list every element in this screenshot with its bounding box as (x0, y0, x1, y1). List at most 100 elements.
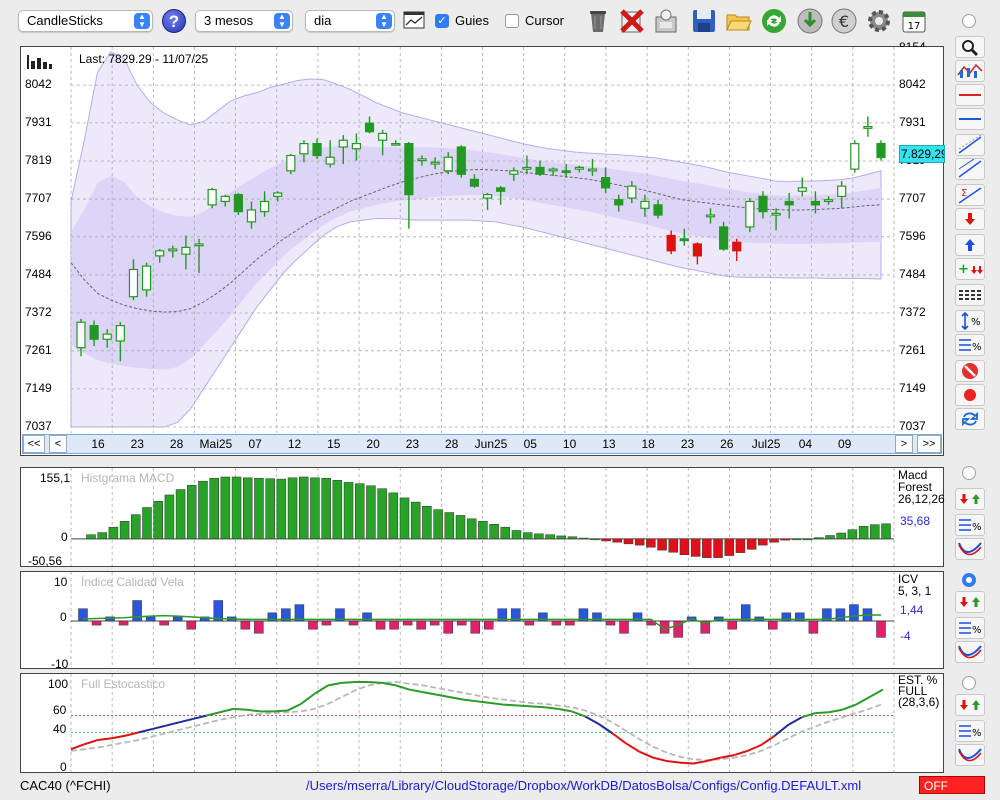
stoch-k-segment (842, 703, 857, 711)
trendline-button[interactable] (955, 134, 985, 156)
open-folder-icon[interactable] (724, 7, 752, 35)
off-indicator[interactable]: OFF (919, 776, 985, 794)
icv-lines-percent-button[interactable]: % (955, 617, 985, 639)
macd-bar (433, 509, 443, 540)
cursor-checkbox[interactable] (505, 14, 519, 28)
chart-type-select[interactable]: CandleSticks ▲ ▼ (18, 10, 153, 32)
stoch-k-segment (679, 761, 694, 765)
stoch-k-segment (598, 723, 613, 735)
grid-lines-button[interactable] (955, 284, 985, 306)
stoch-k-segment (639, 750, 654, 759)
macd-bar (601, 538, 611, 542)
icv-bar (727, 620, 737, 630)
time-navbar[interactable]: << < 16 23 28 Mai25 07 12 15 20 23 28 Jun25 05 10 13 1… (22, 434, 942, 454)
candle-body (220, 195, 230, 203)
candle-body (496, 187, 506, 192)
candle-body (89, 325, 99, 340)
icv-bar (132, 600, 142, 622)
select-arrows-icon: ▲ ▼ (134, 13, 150, 29)
import-icon[interactable] (652, 7, 680, 35)
calendar-icon[interactable]: 17 (900, 7, 928, 35)
channel-button[interactable] (955, 158, 985, 180)
macd-yzero: 0 (61, 530, 68, 544)
interval-select[interactable]: dia ▲ ▼ (305, 10, 395, 32)
sum-line-button[interactable]: Σ (955, 184, 985, 206)
macd-panel-radio[interactable] (962, 466, 976, 480)
icv-ymax: 10 (54, 575, 68, 589)
macd-ymin: -50,56 (28, 554, 63, 568)
candle-body (115, 325, 125, 342)
x-tick-label: Mai25 (199, 437, 233, 451)
settings-icon[interactable] (865, 7, 893, 35)
icv-bar (118, 620, 129, 626)
red-line-button[interactable] (955, 84, 985, 106)
macd-bar (545, 534, 555, 540)
stoch-k-segment (436, 693, 451, 699)
candle-body (745, 200, 755, 228)
record-button[interactable] (955, 384, 985, 406)
stoch-k-segment (395, 684, 410, 691)
x-tick-label: 28 (445, 437, 459, 451)
macd-bar (690, 538, 701, 557)
x-tick-label: 20 (366, 437, 380, 451)
main-panel-radio[interactable] (962, 14, 976, 28)
delete-icon[interactable] (584, 7, 612, 35)
stoch-k-segment (531, 705, 545, 709)
signals-button[interactable]: + (955, 258, 985, 280)
icv-panel-radio[interactable] (962, 573, 976, 587)
blue-line-button[interactable] (955, 108, 985, 130)
macd-curve-button[interactable] (955, 538, 985, 560)
stoch-k-segment (828, 708, 843, 714)
stoch-k-segment (97, 737, 112, 741)
stoch-lines-percent-button[interactable]: % (955, 720, 985, 742)
stoch-k-segment (341, 681, 356, 684)
stoch-k-segment (382, 681, 396, 687)
nav-prev-button[interactable]: < (49, 435, 67, 453)
config-path-label[interactable]: /Users/mserra/Library/CloudStorage/Dropb… (306, 778, 861, 793)
sync-button[interactable] (955, 408, 985, 430)
stoch-title: Full Estocastico (81, 677, 166, 691)
indicator-overlay-button[interactable] (955, 60, 985, 82)
macd-bar (825, 535, 835, 540)
clear-icon[interactable] (618, 7, 646, 35)
guies-checkbox[interactable]: ✓ (435, 14, 449, 28)
stoch-legend: EST. % FULL (28,3,6) (898, 674, 939, 708)
stoch-panel-radio[interactable] (962, 676, 976, 690)
nav-next-button[interactable]: > (895, 435, 913, 453)
macd-lines-percent-button[interactable]: % (955, 514, 985, 536)
stoch-curve-button[interactable] (955, 744, 985, 766)
nav-first-button[interactable]: << (23, 435, 45, 453)
icv-bar (186, 620, 196, 630)
sell-arrow-button[interactable] (955, 208, 985, 230)
macd-bar (209, 477, 219, 540)
help-button[interactable]: ? (162, 9, 186, 33)
nav-last-button[interactable]: >> (917, 435, 941, 453)
buy-arrow-button[interactable] (955, 234, 985, 256)
stop-button[interactable] (955, 360, 985, 382)
currency-icon[interactable]: € (830, 7, 858, 35)
candle-body (482, 194, 493, 199)
y-tick-label: 7149 (25, 380, 52, 395)
lines-percent-button[interactable]: % (955, 334, 985, 356)
stoch-signals-button[interactable] (955, 694, 985, 716)
zoom-button[interactable] (955, 36, 985, 58)
scale-percent-button[interactable]: % (955, 310, 985, 332)
stoch-k-segment (111, 734, 126, 740)
macd-bar (142, 507, 152, 540)
candle-body (653, 204, 663, 216)
save-icon[interactable] (690, 7, 718, 35)
candle-body (260, 200, 270, 213)
download-icon[interactable] (796, 7, 824, 35)
stoch-k-segment (666, 759, 681, 764)
chart-window-icon[interactable] (403, 9, 425, 31)
icv-curve-button[interactable] (955, 641, 985, 663)
period-select[interactable]: 3 mesos ▲ ▼ (195, 10, 293, 32)
channel-icon (958, 158, 982, 178)
refresh-icon[interactable] (760, 7, 788, 35)
icv-signals-button[interactable] (955, 591, 985, 613)
svg-text:+: + (958, 262, 969, 277)
candlestick-chart[interactable] (21, 47, 943, 433)
macd-signals-button[interactable] (955, 488, 985, 510)
macd-bar (836, 532, 846, 540)
candle-body (102, 333, 112, 340)
